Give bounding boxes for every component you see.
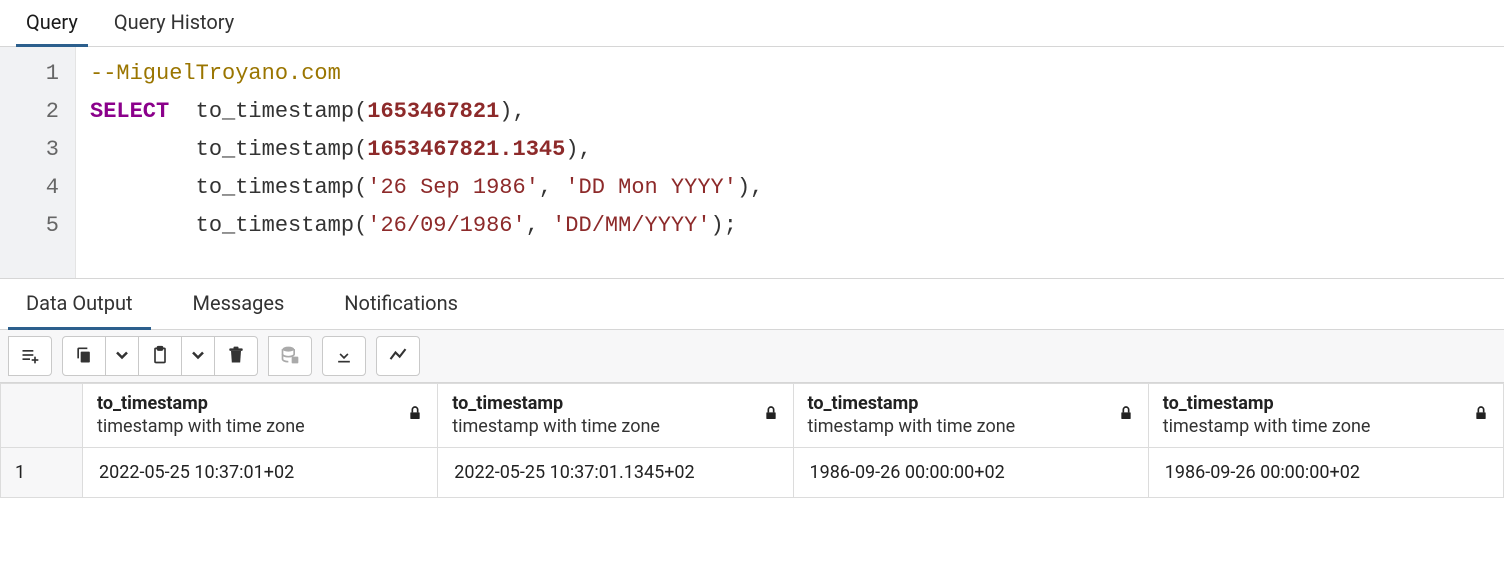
- code-keyword: SELECT: [90, 99, 169, 124]
- copy-icon: [74, 345, 94, 368]
- database-save-icon: [280, 345, 300, 368]
- tab-messages[interactable]: Messages: [175, 279, 303, 329]
- download-button[interactable]: [322, 336, 366, 376]
- copy-group: [62, 336, 258, 376]
- column-name: to_timestamp: [1163, 392, 1371, 415]
- clipboard-icon: [150, 345, 170, 368]
- chevron-down-icon: [112, 345, 132, 368]
- save-data-button[interactable]: [268, 336, 312, 376]
- column-name: to_timestamp: [97, 392, 305, 415]
- code-string: 'DD/MM/YYYY': [552, 213, 710, 238]
- query-tabs: Query Query History: [0, 0, 1504, 47]
- code-punct: (: [354, 137, 367, 162]
- editor-gutter: 1 2 3 4 5: [0, 47, 76, 278]
- copy-dropdown-button[interactable]: [105, 336, 139, 376]
- code-punct: (: [354, 175, 367, 200]
- line-number: 1: [0, 55, 59, 93]
- column-header[interactable]: to_timestamp timestamp with time zone: [1148, 384, 1503, 448]
- line-number: 5: [0, 207, 59, 245]
- table-cell[interactable]: 2022-05-25 10:37:01.1345+02: [438, 447, 793, 497]
- tab-data-output[interactable]: Data Output: [8, 279, 151, 329]
- row-number: 1: [1, 447, 83, 497]
- column-name: to_timestamp: [452, 392, 660, 415]
- lock-icon: [1118, 404, 1134, 426]
- code-pad: [90, 175, 196, 200]
- lock-icon: [407, 404, 423, 426]
- code-punct: ,: [526, 213, 552, 238]
- code-func: to_timestamp: [196, 137, 354, 162]
- code-func: to_timestamp: [196, 99, 354, 124]
- editor-code[interactable]: --MiguelTroyano.com SELECT to_timestamp(…: [76, 47, 1504, 278]
- code-string: '26 Sep 1986': [367, 175, 539, 200]
- trash-icon: [226, 345, 246, 368]
- lock-icon: [763, 404, 779, 426]
- code-punct: ),: [499, 99, 525, 124]
- chart-button[interactable]: [376, 336, 420, 376]
- row-number-header: [1, 384, 83, 448]
- code-func: to_timestamp: [196, 213, 354, 238]
- code-pad: [90, 137, 196, 162]
- code-punct: (: [354, 99, 367, 124]
- save-group: [268, 336, 312, 376]
- line-number: 2: [0, 93, 59, 131]
- table-row[interactable]: 1 2022-05-25 10:37:01+02 2022-05-25 10:3…: [1, 447, 1504, 497]
- copy-button[interactable]: [62, 336, 106, 376]
- add-row-group: [8, 336, 52, 376]
- results-toolbar: [0, 330, 1504, 383]
- table-cell[interactable]: 1986-09-26 00:00:00+02: [1148, 447, 1503, 497]
- column-type: timestamp with time zone: [1163, 415, 1371, 438]
- column-type: timestamp with time zone: [452, 415, 660, 438]
- code-punct: (: [354, 213, 367, 238]
- code-pad: [90, 213, 196, 238]
- paste-dropdown-button[interactable]: [181, 336, 215, 376]
- table-header-row: to_timestamp timestamp with time zone to…: [1, 384, 1504, 448]
- lock-icon: [1473, 404, 1489, 426]
- chart-line-icon: [388, 345, 408, 368]
- add-row-button[interactable]: [8, 336, 52, 376]
- result-tabs: Data Output Messages Notifications: [0, 279, 1504, 330]
- paste-button[interactable]: [138, 336, 182, 376]
- download-icon: [334, 345, 354, 368]
- column-type: timestamp with time zone: [97, 415, 305, 438]
- tab-notifications[interactable]: Notifications: [326, 279, 476, 329]
- chevron-down-icon: [188, 345, 208, 368]
- tab-query[interactable]: Query: [8, 0, 96, 46]
- code-func: to_timestamp: [196, 175, 354, 200]
- code-punct: ),: [565, 137, 591, 162]
- table-cell[interactable]: 1986-09-26 00:00:00+02: [793, 447, 1148, 497]
- code-string: 'DD Mon YYYY': [565, 175, 737, 200]
- code-number: 1653467821: [367, 99, 499, 124]
- code-punct: ),: [737, 175, 763, 200]
- table-cell[interactable]: 2022-05-25 10:37:01+02: [83, 447, 438, 497]
- code-number: 1653467821.1345: [367, 137, 565, 162]
- column-header[interactable]: to_timestamp timestamp with time zone: [793, 384, 1148, 448]
- line-number: 4: [0, 169, 59, 207]
- sql-editor[interactable]: 1 2 3 4 5 --MiguelTroyano.com SELECT to_…: [0, 47, 1504, 279]
- code-comment: --MiguelTroyano.com: [90, 61, 341, 86]
- tab-query-history[interactable]: Query History: [96, 0, 252, 46]
- column-header[interactable]: to_timestamp timestamp with time zone: [83, 384, 438, 448]
- delete-button[interactable]: [214, 336, 258, 376]
- results-table: to_timestamp timestamp with time zone to…: [0, 383, 1504, 498]
- code-punct: ,: [539, 175, 565, 200]
- column-header[interactable]: to_timestamp timestamp with time zone: [438, 384, 793, 448]
- code-punct: );: [711, 213, 737, 238]
- code-string: '26/09/1986': [367, 213, 525, 238]
- line-number: 3: [0, 131, 59, 169]
- column-name: to_timestamp: [808, 392, 1016, 415]
- column-type: timestamp with time zone: [808, 415, 1016, 438]
- add-row-icon: [20, 345, 40, 368]
